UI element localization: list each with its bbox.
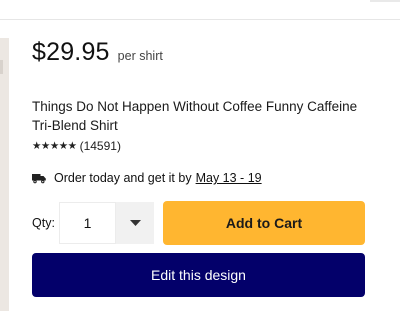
price-unit: per shirt (117, 49, 163, 63)
shipping-text: Order today and get it by (54, 171, 192, 185)
review-count[interactable]: (14591) (80, 139, 121, 153)
add-to-cart-button[interactable]: Add to Cart (163, 201, 365, 245)
star-rating-icon: ★★★★★ (32, 140, 77, 152)
rating-row[interactable]: ★★★★★ (14591) (32, 139, 121, 153)
truck-icon (32, 173, 46, 183)
delivery-date-link[interactable]: May 13 - 19 (196, 171, 262, 185)
image-scroll-marker (0, 60, 3, 74)
quantity-value[interactable]: 1 (59, 202, 116, 244)
edit-design-button[interactable]: Edit this design (32, 253, 365, 297)
qty-label: Qty: (32, 216, 55, 230)
product-purchase-panel: $29.95 per shirt Things Do Not Happen Wi… (0, 0, 400, 311)
shipping-estimate: Order today and get it by May 13 - 19 (32, 171, 262, 185)
product-image-edge[interactable] (0, 38, 9, 311)
top-corner-edge (370, 0, 400, 2)
product-title: Things Do Not Happen Without Coffee Funn… (32, 99, 358, 133)
top-divider (0, 0, 400, 20)
quantity-select[interactable]: 1 (59, 202, 154, 244)
quantity-dropdown-toggle[interactable] (116, 202, 154, 244)
price-row: $29.95 per shirt (32, 38, 163, 67)
price: $29.95 (32, 38, 110, 66)
caret-down-icon (129, 220, 141, 226)
